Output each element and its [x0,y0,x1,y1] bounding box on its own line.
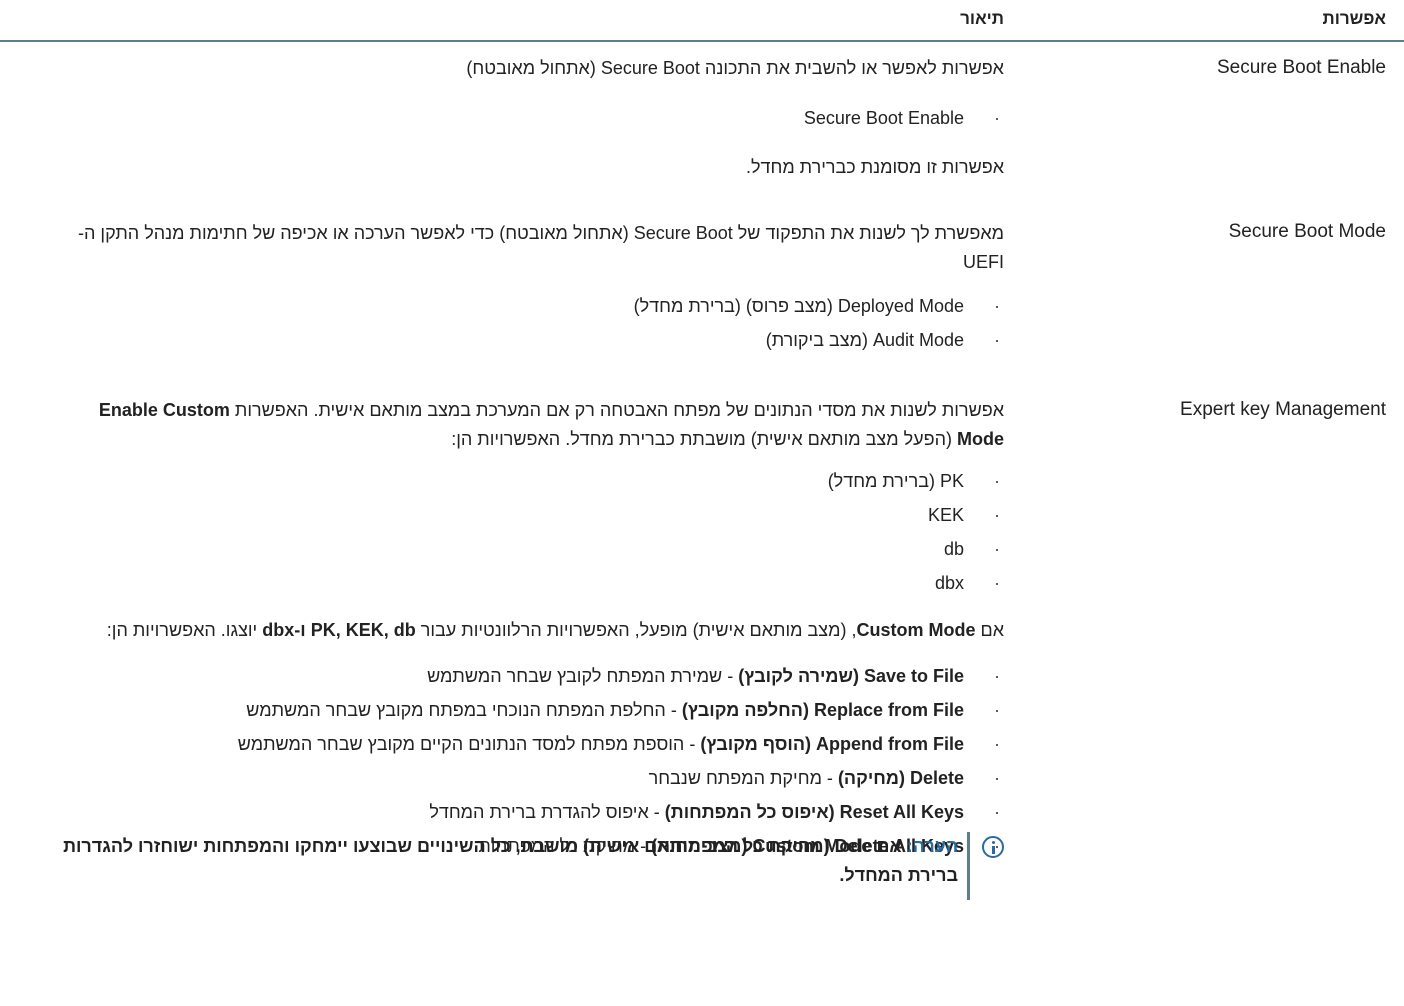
description-secure-boot-enable: אפשרות לאפשר או להשבית את התכונה Secure … [64,54,1004,182]
list-item: · Append from File (הוסף מקובץ) - הוספת מ… [237,734,1000,754]
list-item-text: dbx [934,573,964,593]
list-item: · Deployed Mode (מצב פרוס) (ברירת מחדל) [633,296,1000,316]
table-header: אפשרות תיאור [0,0,1404,42]
action-name: Reset All Keys (איפוס כל המפתחות) [664,802,964,822]
description-text: אפשרות לשנות את מסדי הנתונים של מפתח האב… [98,400,1004,449]
list-item-text: PK (ברירת מחדל) [827,471,964,491]
list-item: · dbx [934,573,1000,593]
note-body: אם Custom Mode (מצב מותאם אישית) מושבת, … [63,836,958,885]
bullet-list: · Deployed Mode (מצב פרוס) (ברירת מחדל) ·… [64,289,1004,357]
note-label: הערה: [906,836,958,856]
option-expert-key-management: Expert key Management [1180,399,1386,420]
description-text: אפשרות זו מסומנת כברירת מחדל. [745,157,1004,177]
action-text: - הוספת מפתח למסד הנתונים הקיים מקובץ שב… [237,734,701,754]
description-secure-boot-mode: מאפשרת לך לשנות את התפקוד של Secure Boot… [64,219,1004,357]
header-option: אפשרות [1322,9,1387,28]
note-text: הערה: אם Custom Mode (מצב מותאם אישית) מ… [14,832,958,890]
description-text: אם Custom Mode, (מצב מותאם אישית) מופעל,… [106,620,1004,640]
action-name: Replace from File (החלפה מקובץ) [681,700,964,720]
action-text: - החלפת המפתח הנוכחי במפתח מקובץ שבחר המ… [246,700,682,720]
action-name: Save to File (שמירה לקובץ) [738,666,964,686]
action-text: - שמירת המפתח לקובץ שבחר המשתמש [427,666,739,686]
list-item: · PK (ברירת מחדל) [827,471,1000,491]
list-item-text: Audit Mode (מצב ביקורת) [765,330,964,350]
action-name: Delete (מחיקה) [837,768,964,788]
list-item: · db [943,539,1000,559]
option-secure-boot-mode: Secure Boot Mode [1228,221,1386,242]
description-expert-key-management: אפשרות לשנות את מסדי הנתונים של מפתח האב… [64,396,1004,863]
bullet-list: · PK (ברירת מחדל) · KEK · db · dbx [64,464,1004,600]
note-divider [967,832,970,900]
list-item: · Reset All Keys (איפוס כל המפתחות) - איפ… [429,802,1000,822]
header-description: תיאור [960,9,1004,28]
list-item: · Replace from File (החלפה מקובץ) - החלפת… [246,700,1000,720]
description-text: מאפשרת לך לשנות את התפקוד של Secure Boot… [78,223,1004,272]
list-item: · KEK [927,505,1000,525]
option-secure-boot-enable: Secure Boot Enable [1216,57,1386,78]
list-item-text: db [943,539,964,559]
bullet-list: · Secure Boot Enable [64,101,1004,135]
list-item-text: Secure Boot Enable [803,108,964,128]
list-item: · Delete (מחיקה) - מחיקת המפתח שנבחר [648,768,1000,788]
bios-options-table: אפשרות תיאור Secure Boot Enable אפשרות ל… [0,0,1404,1006]
action-name: Append from File (הוסף מקובץ) [700,734,964,754]
list-item-text: Deployed Mode (מצב פרוס) (ברירת מחדל) [633,296,964,316]
description-text: אפשרות לאפשר או להשבית את התכונה Secure … [466,58,1004,78]
note-box: הערה: אם Custom Mode (מצב מותאם אישית) מ… [14,832,1004,912]
list-item-text: KEK [927,505,964,525]
list-item: · Secure Boot Enable [803,108,1000,128]
info-icon [982,836,1004,858]
action-text: - מחיקת המפתח שנבחר [648,768,838,788]
list-item: · Audit Mode (מצב ביקורת) [765,330,1000,350]
action-text: - איפוס להגדרת ברירת המחדל [429,802,665,822]
list-item: · Save to File (שמירה לקובץ) - שמירת המפת… [427,666,1000,686]
